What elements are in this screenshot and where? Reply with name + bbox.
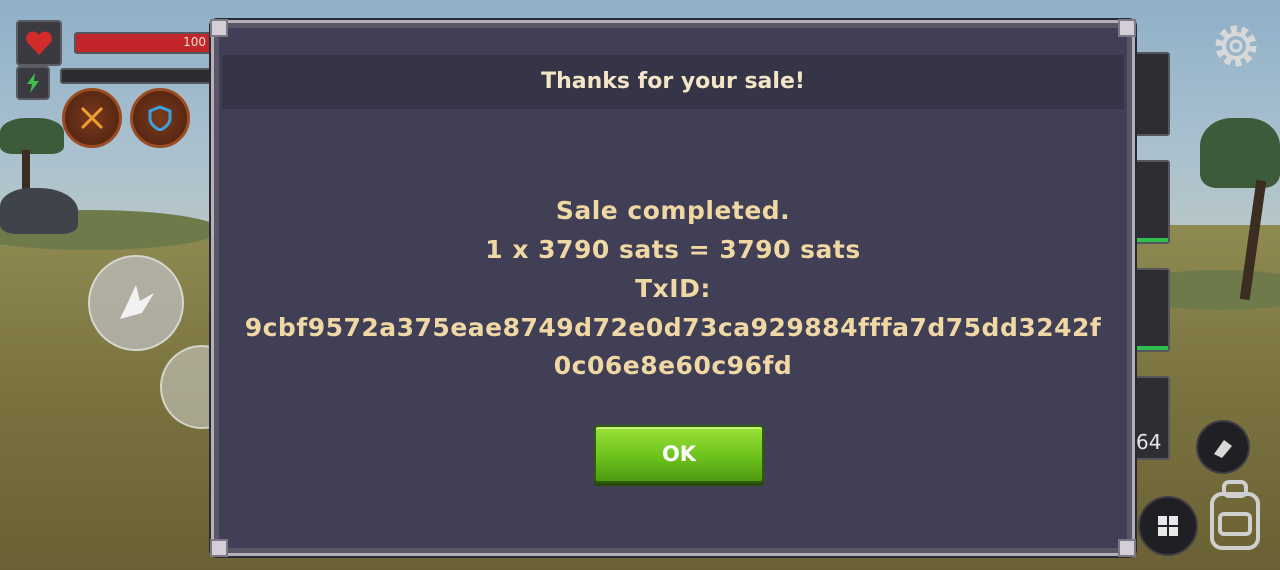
defense-skill-button[interactable] bbox=[130, 88, 190, 148]
build-menu-button[interactable] bbox=[1138, 496, 1198, 556]
dialog-corner bbox=[210, 19, 228, 37]
txid-label: TxID: bbox=[635, 274, 711, 303]
dialog-corner bbox=[210, 539, 228, 557]
heart-icon bbox=[16, 20, 62, 66]
interact-button[interactable] bbox=[1196, 420, 1250, 474]
dialog-title: Thanks for your sale! bbox=[541, 69, 805, 94]
sale-status-text: Sale completed. bbox=[555, 196, 791, 225]
sale-amount-text: 1 x 3790 sats = 3790 sats bbox=[485, 235, 861, 264]
dialog-corner bbox=[1118, 19, 1136, 37]
inventory-slot[interactable] bbox=[1134, 160, 1170, 244]
dialog-title-bar: Thanks for your sale! bbox=[222, 55, 1124, 109]
tree bbox=[0, 118, 64, 154]
health-value: 100 bbox=[183, 35, 206, 49]
energy-icon bbox=[16, 66, 50, 100]
dialog-corner bbox=[1118, 539, 1136, 557]
health-bar: 100 bbox=[74, 32, 212, 54]
sale-confirmation-dialog: Thanks for your sale! Sale completed. 1 … bbox=[210, 19, 1136, 557]
attack-skill-button[interactable] bbox=[62, 88, 122, 148]
ok-button[interactable]: OK bbox=[594, 425, 764, 483]
crossed-swords-icon bbox=[80, 106, 104, 130]
energy-bar bbox=[60, 68, 212, 84]
inventory-item-count: 64 bbox=[1136, 430, 1162, 454]
strike-icon bbox=[120, 285, 154, 319]
shield-icon bbox=[148, 105, 172, 131]
build-menu-icon bbox=[1158, 516, 1178, 536]
txid-value-line2: 0c06e8e60c96fd bbox=[553, 351, 793, 380]
settings-gear-icon[interactable] bbox=[1210, 20, 1262, 72]
inventory-slot[interactable] bbox=[1134, 52, 1170, 136]
txid-value-line1: 9cbf9572a375eae8749d72e0d73ca929884fffa7… bbox=[244, 313, 1102, 342]
rock bbox=[0, 188, 78, 234]
tree bbox=[1200, 118, 1280, 188]
hand-icon bbox=[1214, 440, 1232, 458]
attack-action-button[interactable] bbox=[88, 255, 184, 351]
inventory-slot[interactable] bbox=[1134, 268, 1170, 352]
backpack-icon[interactable] bbox=[1204, 478, 1266, 552]
